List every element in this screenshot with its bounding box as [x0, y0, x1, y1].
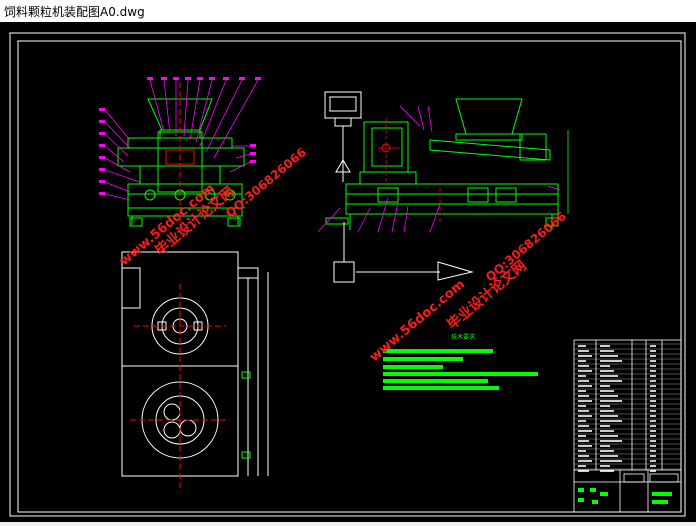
- parts-list-cell-mark: [650, 355, 656, 357]
- tech-notes: 技术要求: [383, 333, 538, 390]
- parts-list-cell-mark: [578, 425, 589, 427]
- parts-list-cell-mark: [600, 405, 610, 407]
- parts-list-cell-mark: [600, 355, 618, 357]
- parts-list-cell-mark: [600, 455, 618, 457]
- parts-list-cell-mark: [578, 345, 586, 347]
- parts-list-cell-mark: [650, 450, 656, 452]
- parts-list-cell-mark: [578, 365, 589, 367]
- parts-list-cell-mark: [578, 410, 589, 412]
- parts-list-cell-mark: [650, 350, 656, 352]
- parts-list-cell-mark: [600, 370, 614, 372]
- parts-list-cell-mark: [600, 380, 622, 382]
- parts-list-cell-mark: [578, 440, 589, 442]
- parts-list-cell-mark: [600, 435, 618, 437]
- parts-list-cell-mark: [578, 375, 586, 377]
- parts-list-cell-mark: [578, 430, 592, 432]
- view-direction-arrow: [437, 261, 474, 281]
- sheet-border-outer: [9, 32, 686, 517]
- top-view: [121, 251, 269, 477]
- parts-list-cell-mark: [600, 375, 618, 377]
- parts-list-cell-mark: [600, 420, 622, 422]
- parts-list-cell-mark: [578, 455, 589, 457]
- parts-list-cell-mark: [600, 440, 622, 442]
- top-view-dim-tag-2: [241, 451, 251, 459]
- parts-list-cell-mark: [600, 450, 614, 452]
- parts-list-cell-mark: [578, 355, 592, 357]
- parts-list-cell-mark: [600, 460, 622, 462]
- parts-list-cell-mark: [650, 445, 656, 447]
- title-block-stamps: [578, 488, 672, 504]
- parts-list-cell-mark: [650, 465, 656, 467]
- parts-list-cell-mark: [578, 350, 589, 352]
- parts-list-cell-mark: [600, 425, 610, 427]
- parts-list-cell-mark: [578, 400, 592, 402]
- parts-list-cell-mark: [578, 360, 586, 362]
- parts-list-cell-mark: [650, 345, 656, 347]
- parts-list-cell-mark: [578, 465, 586, 467]
- window-title: 饲料颗粒机装配图A0.dwg: [4, 5, 145, 19]
- parts-list-cell-mark: [578, 415, 592, 417]
- parts-list-cell-mark: [650, 380, 656, 382]
- parts-list-cell-mark: [578, 380, 589, 382]
- parts-list-cell-mark: [578, 450, 586, 452]
- parts-list-cell-mark: [650, 435, 656, 437]
- parts-list-cell-mark: [650, 415, 656, 417]
- parts-list-cell-mark: [650, 400, 656, 402]
- parts-list-cell-mark: [600, 410, 614, 412]
- parts-list-cell-mark: [650, 460, 656, 462]
- parts-list-cell-mark: [650, 440, 656, 442]
- parts-list-cell-mark: [578, 445, 592, 447]
- parts-list-cell-mark: [578, 460, 592, 462]
- parts-list-cell-mark: [600, 360, 622, 362]
- parts-list-cell-mark: [650, 410, 656, 412]
- parts-list-cell-mark: [600, 415, 618, 417]
- parts-list-cell-mark: [650, 360, 656, 362]
- parts-list-cell-mark: [600, 390, 614, 392]
- parts-list-cell-mark: [600, 400, 622, 402]
- parts-list-cell-mark: [600, 385, 610, 387]
- parts-list-cell-mark: [650, 390, 656, 392]
- parts-list-cell-mark: [650, 375, 656, 377]
- parts-list-cell-mark: [650, 430, 656, 432]
- parts-list-cell-mark: [650, 385, 656, 387]
- parts-list-cell-mark: [578, 420, 586, 422]
- parts-list-cell-mark: [650, 425, 656, 427]
- parts-list-cell-mark: [578, 405, 586, 407]
- parts-list-cell-mark: [600, 465, 610, 467]
- drawing-canvas[interactable]: 技术要求 www.56doc.com 毕业设计论文网 QQ:306826066 …: [0, 22, 696, 522]
- parts-list-cell-mark: [600, 350, 614, 352]
- parts-list-cell-mark: [578, 390, 586, 392]
- parts-list-cell-mark: [600, 445, 610, 447]
- parts-list-cell-mark: [650, 420, 656, 422]
- parts-list-cell-mark: [650, 395, 656, 397]
- title-bar: 饲料颗粒机装配图A0.dwg: [0, 0, 696, 23]
- parts-list-rows: [574, 343, 681, 472]
- parts-list-cell-mark: [600, 430, 614, 432]
- parts-list-cell-mark: [578, 470, 589, 472]
- parts-list-cell-mark: [600, 365, 610, 367]
- parts-list-table: [573, 339, 682, 513]
- parts-list-cell-mark: [600, 345, 610, 347]
- parts-list-cell-mark: [578, 385, 592, 387]
- parts-list-cell-mark: [578, 435, 586, 437]
- parts-list-cell-mark: [578, 370, 592, 372]
- parts-list-cell-mark: [578, 395, 589, 397]
- parts-list-cell-mark: [600, 470, 614, 472]
- side-view-leaders: [317, 105, 561, 233]
- parts-list-cell-mark: [650, 455, 656, 457]
- parts-list-cell-mark: [650, 365, 656, 367]
- watermark-qq-1: QQ:306826066: [223, 145, 309, 220]
- parts-list-cell-mark: [600, 395, 618, 397]
- parts-list-cell-mark: [650, 405, 656, 407]
- parts-list-cell-mark: [650, 470, 656, 472]
- top-view-dim-tag-1: [241, 371, 251, 379]
- parts-list-cell-mark: [650, 370, 656, 372]
- tech-notes-heading: 技术要求: [451, 333, 475, 341]
- drawing-svg: 技术要求 www.56doc.com 毕业设计论文网 QQ:306826066 …: [9, 32, 686, 517]
